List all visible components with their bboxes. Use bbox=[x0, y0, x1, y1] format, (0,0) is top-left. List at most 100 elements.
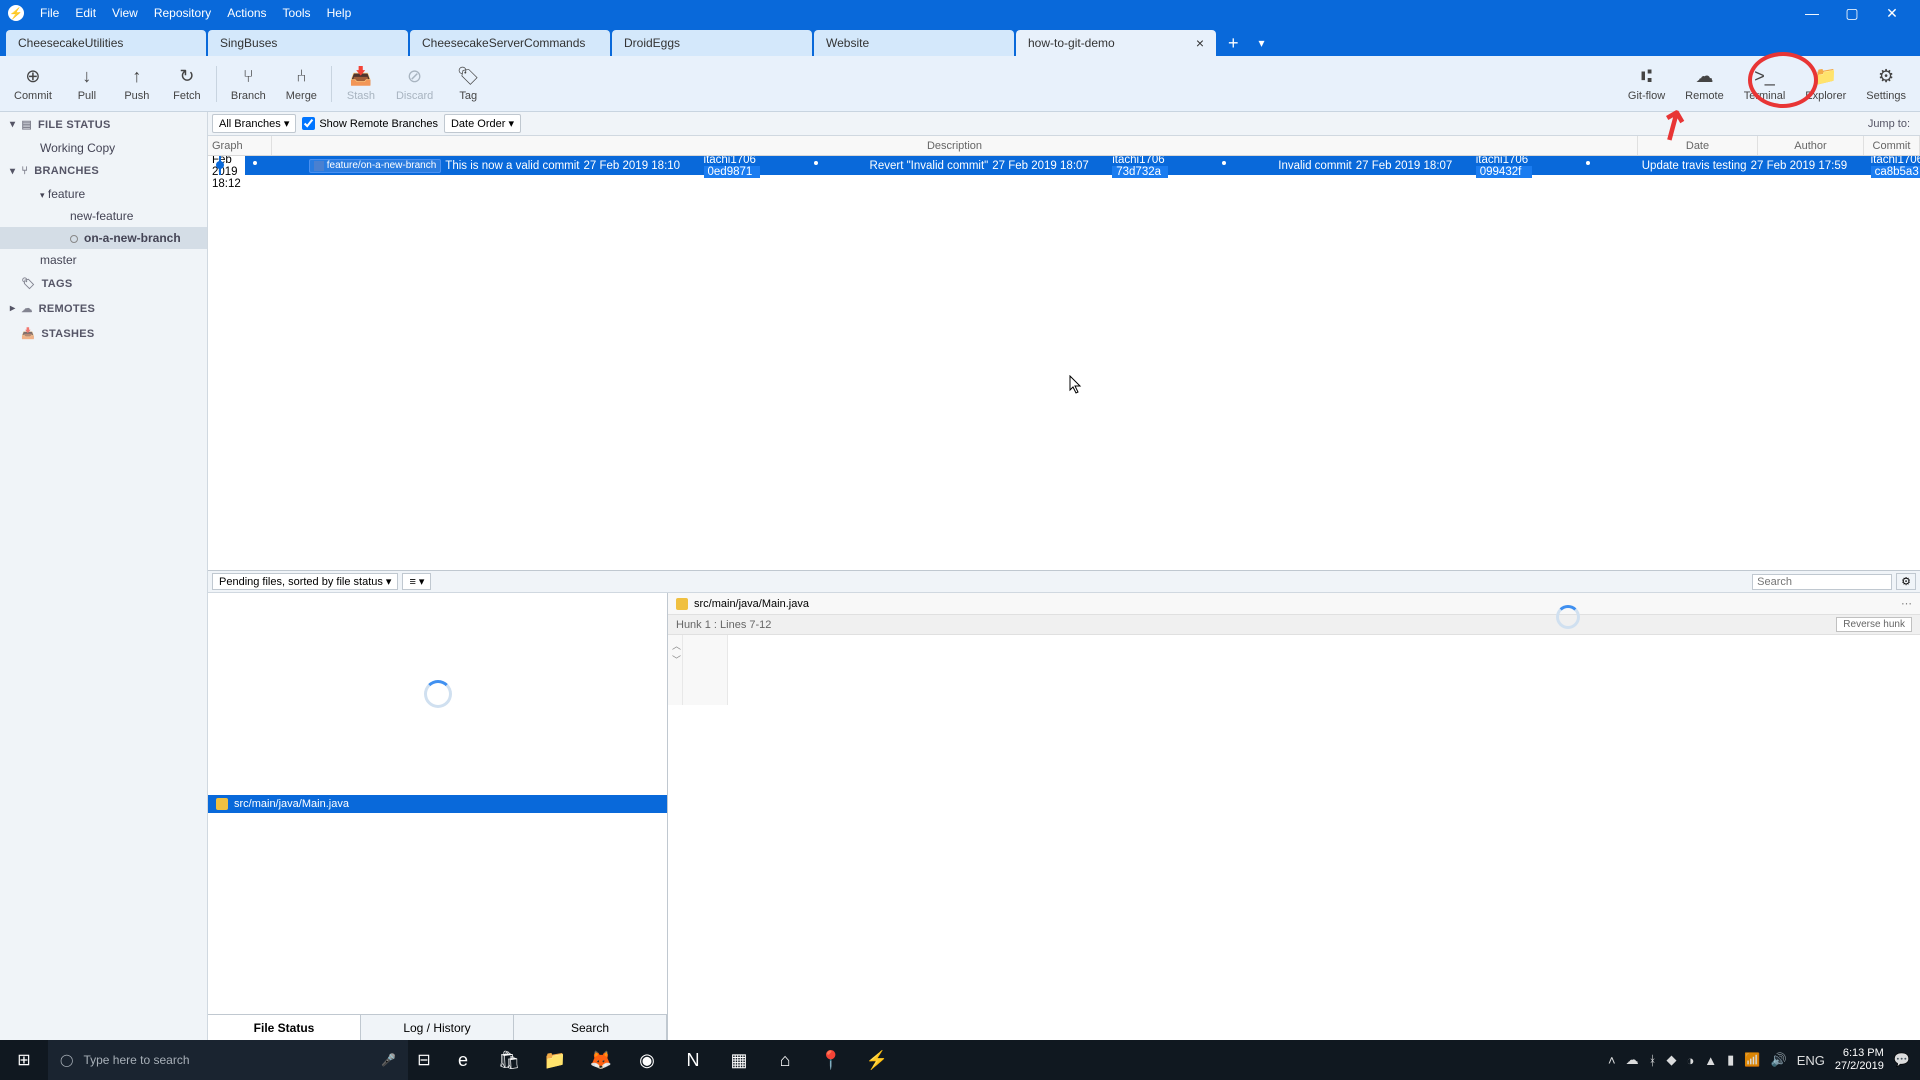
settings-button[interactable]: ⚙Settings bbox=[1856, 62, 1916, 106]
task-view-button[interactable]: ⊟ bbox=[408, 1044, 440, 1076]
header-graph[interactable]: Graph bbox=[208, 136, 272, 155]
chrome-icon[interactable]: ◉ bbox=[624, 1040, 670, 1080]
tray-expand-icon[interactable]: ˄ bbox=[1608, 1053, 1616, 1068]
maximize-button[interactable]: ▢ bbox=[1832, 5, 1872, 22]
battery-icon[interactable]: ▮ bbox=[1727, 1052, 1734, 1068]
tab-menu-button[interactable]: ▾ bbox=[1249, 30, 1275, 56]
menu-view[interactable]: View bbox=[104, 6, 146, 20]
diff-menu-button[interactable]: ⋯ bbox=[1901, 597, 1912, 610]
firefox-icon[interactable]: 🦊 bbox=[578, 1040, 624, 1080]
terminal-icon: >_ bbox=[1754, 66, 1775, 88]
remote-button[interactable]: ☁Remote bbox=[1675, 62, 1734, 106]
merge-button[interactable]: ⑃Merge bbox=[276, 62, 327, 106]
order-select[interactable]: Date Order ▾ bbox=[444, 114, 521, 133]
discard-icon: ⊘ bbox=[407, 66, 422, 88]
header-author[interactable]: Author bbox=[1758, 136, 1864, 155]
sidebar-branches[interactable]: ▾⑂BRANCHES bbox=[0, 159, 207, 183]
sidebar-working-copy[interactable]: Working Copy bbox=[0, 137, 207, 159]
reverse-hunk-button[interactable]: Reverse hunk bbox=[1836, 617, 1912, 632]
ref-tag[interactable]: feature/on-a-new-branch bbox=[309, 159, 442, 173]
taskbar-search[interactable]: ◯ Type here to search 🎤 bbox=[48, 1040, 408, 1080]
tray-app-icon[interactable]: ◆ bbox=[1666, 1052, 1676, 1068]
bottom-settings-button[interactable]: ⚙ bbox=[1896, 573, 1916, 590]
language-indicator[interactable]: ENG bbox=[1797, 1053, 1825, 1068]
repo-tab[interactable]: SingBuses bbox=[208, 30, 408, 56]
git-flow-button[interactable]: ⑆Git-flow bbox=[1618, 62, 1675, 106]
sidebar-branch-on-a-new-branch[interactable]: on-a-new-branch bbox=[0, 227, 207, 249]
header-date[interactable]: Date bbox=[1638, 136, 1758, 155]
commit-list[interactable]: origin/masterorigin/HEADmasterNew update… bbox=[208, 156, 1920, 570]
file-row-selected[interactable]: src/main/java/Main.java bbox=[208, 795, 667, 813]
sidebar-stashes[interactable]: ▾📥STASHES bbox=[0, 321, 207, 346]
expand-hunk-icon[interactable]: ︿﹀ bbox=[672, 639, 681, 667]
clock[interactable]: 6:13 PM 27/2/2019 bbox=[1835, 1047, 1884, 1073]
commit-row[interactable]: Invalid commit 27 Feb 2019 18:07 itachi1… bbox=[1214, 156, 1920, 175]
store-icon[interactable]: 🛍 bbox=[486, 1040, 532, 1080]
sidebar-branch-master[interactable]: master bbox=[0, 249, 207, 271]
terminal-button[interactable]: >_Terminal bbox=[1734, 62, 1796, 106]
menu-file[interactable]: File bbox=[32, 6, 67, 20]
file-path-label: src/main/java/Main.java bbox=[234, 798, 349, 810]
discard-button[interactable]: ⊘Discard bbox=[386, 62, 443, 106]
notion-icon[interactable]: N bbox=[670, 1040, 716, 1080]
notifications-icon[interactable]: 💬 bbox=[1894, 1052, 1910, 1068]
show-remote-checkbox[interactable]: Show Remote Branches bbox=[302, 117, 438, 130]
menu-actions[interactable]: Actions bbox=[219, 6, 274, 20]
explorer-button[interactable]: 📁Explorer bbox=[1795, 62, 1856, 106]
menu-help[interactable]: Help bbox=[319, 6, 360, 20]
repo-tab[interactable]: CheesecakeUtilities bbox=[6, 30, 206, 56]
repo-tab[interactable]: DroidEggs bbox=[612, 30, 812, 56]
sidebar-branch-feature[interactable]: ▾ feature bbox=[0, 183, 207, 205]
wifi-icon[interactable]: 📶 bbox=[1744, 1052, 1760, 1068]
menu-repository[interactable]: Repository bbox=[146, 6, 219, 20]
sidebar-branch-new-feature[interactable]: new-feature bbox=[0, 205, 207, 227]
commit-button[interactable]: ⊕Commit bbox=[4, 62, 62, 106]
start-button[interactable]: ⊞ bbox=[0, 1040, 48, 1080]
close-tab-icon[interactable]: × bbox=[1196, 35, 1204, 51]
pull-button[interactable]: ↓Pull bbox=[62, 62, 112, 106]
branch-button[interactable]: ⑂Branch bbox=[221, 62, 276, 106]
settings-icon: ⚙ bbox=[1878, 66, 1894, 88]
tab-file-status[interactable]: File Status bbox=[208, 1015, 361, 1040]
header-commit[interactable]: Commit bbox=[1864, 136, 1920, 155]
edge-icon[interactable]: e bbox=[440, 1040, 486, 1080]
explorer-icon[interactable]: 📁 bbox=[532, 1040, 578, 1080]
push-button[interactable]: ↑Push bbox=[112, 62, 162, 106]
sidebar-file-status[interactable]: ▾▤FILE STATUS bbox=[0, 112, 207, 137]
commit-row[interactable]: feature/on-a-new-branchThis is now a val… bbox=[245, 156, 1920, 175]
tag-button[interactable]: 🏷Tag bbox=[443, 62, 493, 106]
bluetooth-icon[interactable]: ᚼ bbox=[1649, 1053, 1657, 1068]
minimize-button[interactable]: — bbox=[1792, 5, 1832, 22]
view-mode-button[interactable]: ≡ ▾ bbox=[402, 573, 431, 590]
commit-row[interactable]: Update travis testing 27 Feb 2019 17:59 … bbox=[1578, 156, 1920, 175]
commit-row[interactable]: origin/masterorigin/HEADmasterNew update… bbox=[208, 156, 1920, 175]
pending-files-select[interactable]: Pending files, sorted by file status ▾ bbox=[212, 573, 398, 590]
add-tab-button[interactable]: + bbox=[1218, 30, 1249, 56]
twitch-icon[interactable]: ⌂ bbox=[762, 1040, 808, 1080]
commit-row[interactable]: Revert "Invalid commit" 27 Feb 2019 18:0… bbox=[806, 156, 1920, 175]
header-description[interactable]: Description bbox=[272, 136, 1638, 155]
toolbar: ⊕Commit↓Pull↑Push↻Fetch ⑂Branch⑃Merge 📥S… bbox=[0, 56, 1920, 112]
tab-search[interactable]: Search bbox=[514, 1015, 667, 1040]
minecraft-icon[interactable]: ▦ bbox=[716, 1040, 762, 1080]
volume-icon[interactable]: 🔊 bbox=[1771, 1052, 1787, 1068]
security-icon[interactable]: ▲ bbox=[1704, 1053, 1717, 1068]
stash-button[interactable]: 📥Stash bbox=[336, 62, 386, 106]
close-window-button[interactable]: ✕ bbox=[1872, 5, 1912, 22]
maps-icon[interactable]: 📍 bbox=[808, 1040, 854, 1080]
repo-tab[interactable]: Website bbox=[814, 30, 1014, 56]
menu-tools[interactable]: Tools bbox=[275, 6, 319, 20]
fetch-button[interactable]: ↻Fetch bbox=[162, 62, 212, 106]
branch-filter-select[interactable]: All Branches ▾ bbox=[212, 114, 296, 133]
repo-tab[interactable]: how-to-git-demo× bbox=[1016, 30, 1216, 56]
mic-icon[interactable]: 🎤 bbox=[381, 1053, 396, 1067]
tab-log-history[interactable]: Log / History bbox=[361, 1015, 514, 1040]
sourcetree-icon[interactable]: ⚡ bbox=[854, 1040, 900, 1080]
repo-tab[interactable]: CheesecakeServerCommands bbox=[410, 30, 610, 56]
onedrive-icon[interactable]: ☁ bbox=[1626, 1052, 1639, 1068]
sidebar-tags[interactable]: ▾🏷TAGS bbox=[0, 271, 207, 296]
menu-edit[interactable]: Edit bbox=[67, 6, 104, 20]
bottom-search-input[interactable] bbox=[1752, 574, 1892, 590]
sidebar-remotes[interactable]: ▸☁REMOTES bbox=[0, 296, 207, 321]
tray-app-icon[interactable]: ◑ bbox=[1686, 1053, 1694, 1068]
